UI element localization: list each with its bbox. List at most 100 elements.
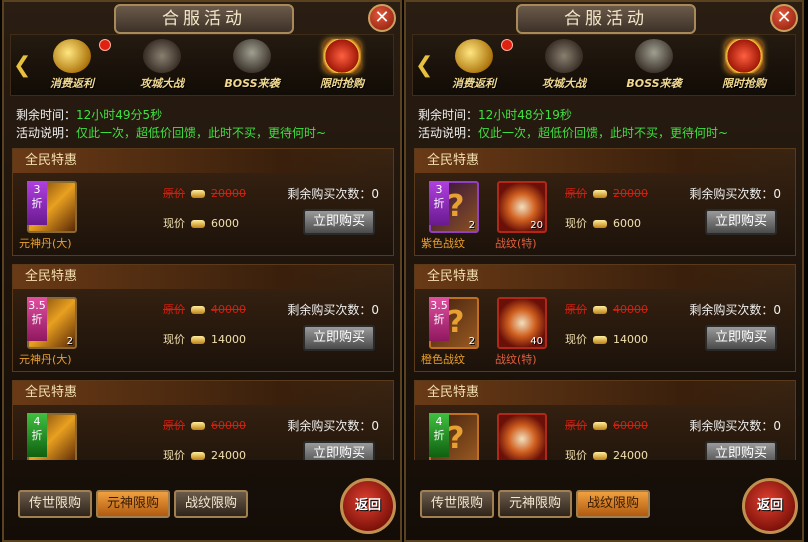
remaining-time-label: 剩余时间： bbox=[418, 108, 479, 122]
item-slot[interactable]: 3折 bbox=[27, 181, 77, 233]
boss-raid-icon bbox=[635, 39, 673, 73]
offer-card: 全民特惠 4 折? 原价 60000 现价 24000 剩余购买次数：0 立即购买 bbox=[414, 380, 796, 460]
current-price-label: 现价 bbox=[163, 217, 185, 230]
item-count: 40 bbox=[530, 336, 543, 347]
tab-label: BOSS来袭 bbox=[224, 77, 280, 90]
buy-now-button[interactable]: 立即购买 bbox=[303, 325, 375, 351]
buy-now-button[interactable]: 立即购买 bbox=[705, 325, 777, 351]
flash-sale-icon bbox=[725, 39, 763, 73]
item-name: 元神丹(大) bbox=[19, 237, 72, 250]
boss-raid-tab[interactable]: BOSS来袭 bbox=[613, 37, 695, 93]
item-slot[interactable]: 4 折? bbox=[429, 413, 479, 460]
current-price-label: 现价 bbox=[163, 449, 185, 460]
item-name: 战纹(特) bbox=[495, 353, 537, 366]
current-price-label: 现价 bbox=[565, 449, 587, 460]
question-mark-icon: ? bbox=[447, 305, 465, 340]
original-price: 原价 40000 bbox=[163, 301, 246, 317]
back-button[interactable]: 返回 bbox=[340, 478, 396, 534]
offer-card: 全民特惠 3 折元神丹(大) 原价 20000 现价 6000 剩余购买次数：0 立即购买 bbox=[12, 148, 394, 256]
discount-badge: 3折 bbox=[429, 181, 449, 225]
ingot-icon bbox=[593, 190, 607, 198]
siege-battle-icon bbox=[545, 39, 583, 73]
siege-battle-icon bbox=[143, 39, 181, 73]
item-slot[interactable]: 40 bbox=[497, 297, 547, 349]
current-price: 现价 6000 bbox=[565, 215, 641, 231]
flash-sale-tab[interactable]: 限时抢购 bbox=[703, 37, 785, 93]
original-price-value: 60000 bbox=[613, 419, 648, 432]
original-price: 原价 60000 bbox=[565, 417, 648, 433]
item-name: 战纹(特) bbox=[495, 237, 537, 250]
ingot-icon bbox=[191, 336, 205, 344]
buy-now-button[interactable]: 立即购买 bbox=[705, 209, 777, 235]
original-price: 原价 20000 bbox=[163, 185, 246, 201]
remaining-time-label: 剩余时间： bbox=[16, 108, 77, 122]
remaining-time: 剩余时间：12小时48分19秒 bbox=[418, 106, 572, 123]
remaining-purchases: 剩余购买次数：0 bbox=[287, 419, 379, 433]
original-price: 原价 40000 bbox=[565, 301, 648, 317]
original-price-value: 60000 bbox=[211, 419, 246, 432]
limit-tab[interactable]: 战纹限购 bbox=[174, 490, 248, 518]
original-price-label: 原价 bbox=[163, 187, 185, 200]
item-slot[interactable]: 3 折? 2 bbox=[429, 181, 479, 233]
current-price-value: 6000 bbox=[211, 217, 239, 230]
limit-tab[interactable]: 传世限购 bbox=[420, 490, 494, 518]
question-mark-icon: ? bbox=[447, 421, 465, 456]
boss-raid-tab[interactable]: BOSS来袭 bbox=[211, 37, 293, 93]
item-slot[interactable]: 3.5 折 2 bbox=[27, 297, 77, 349]
tab-label: 消费返利 bbox=[50, 77, 94, 90]
current-price-label: 现价 bbox=[163, 333, 185, 346]
tab-label: 攻城大战 bbox=[140, 77, 184, 90]
limit-tab[interactable]: 战纹限购 bbox=[576, 490, 650, 518]
remaining-time-value: 12小时48分19秒 bbox=[478, 108, 572, 122]
discount-badge: 3折 bbox=[27, 181, 47, 225]
siege-battle-tab[interactable]: 攻城大战 bbox=[523, 37, 605, 93]
item-name: 元神丹(大) bbox=[19, 353, 72, 366]
description-value: 仅此一次，超低价回馈，此时不买，更待何时~ bbox=[478, 126, 729, 140]
offer-card: 全民特惠 4 折 原价 60000 现价 24000 剩余购买次数：0 立即购买 bbox=[12, 380, 394, 460]
item-slot[interactable] bbox=[497, 413, 547, 460]
offer-header: 全民特惠 bbox=[13, 381, 393, 405]
panel-title: 合服活动 bbox=[516, 4, 696, 34]
buy-now-button[interactable]: 立即购买 bbox=[705, 441, 777, 460]
limit-tab[interactable]: 传世限购 bbox=[18, 490, 92, 518]
original-price-label: 原价 bbox=[163, 303, 185, 316]
item-count: 2 bbox=[66, 336, 73, 347]
limit-tab[interactable]: 元神限购 bbox=[96, 490, 170, 518]
activity-tabbar: ❮ 消费返利 攻城大战 BOSS来袭 限时抢购 bbox=[412, 34, 796, 96]
current-price-value: 14000 bbox=[211, 333, 246, 346]
limit-tab[interactable]: 元神限购 bbox=[498, 490, 572, 518]
offer-list: 全民特惠 3 折元神丹(大) 原价 20000 现价 6000 剩余购买次数：0 立即购买 全民特… bbox=[12, 148, 394, 460]
item-slot[interactable]: 3.5 折? 2 bbox=[429, 297, 479, 349]
current-price: 现价 14000 bbox=[163, 331, 246, 347]
siege-battle-tab[interactable]: 攻城大战 bbox=[121, 37, 203, 93]
flash-sale-tab[interactable]: 限时抢购 bbox=[301, 37, 383, 93]
current-price-value: 24000 bbox=[211, 449, 246, 460]
offer-card: 全民特惠 3.5 折 2 元神丹(大) 原价 40000 现价 14000 剩余购买次数：0 立即购… bbox=[12, 264, 394, 372]
back-button[interactable]: 返回 bbox=[742, 478, 798, 534]
ingot-icon bbox=[191, 452, 205, 460]
offer-card: 全民特惠 3.5 折? 2 橙色战纹 40 战纹(特) 原价 40000 现价 14000 剩余购买次… bbox=[414, 264, 796, 372]
buy-now-button[interactable]: 立即购买 bbox=[303, 441, 375, 460]
item-name: 橙色战纹 bbox=[421, 353, 465, 366]
remaining-purchases: 剩余购买次数：0 bbox=[689, 419, 781, 433]
ingot-icon bbox=[593, 220, 607, 228]
close-button[interactable]: ✕ bbox=[770, 4, 798, 32]
remaining-purchases: 剩余购买次数：0 bbox=[287, 303, 379, 317]
remaining-purchases: 剩余购买次数：0 bbox=[689, 187, 781, 201]
current-price-value: 14000 bbox=[613, 333, 648, 346]
panel-title: 合服活动 bbox=[114, 4, 294, 34]
left-arrow-icon[interactable]: ❮ bbox=[415, 53, 433, 78]
offer-header: 全民特惠 bbox=[13, 149, 393, 173]
item-slot[interactable]: 4折 bbox=[27, 413, 77, 460]
close-button[interactable]: ✕ bbox=[368, 4, 396, 32]
left-arrow-icon[interactable]: ❮ bbox=[13, 53, 31, 78]
buy-now-button[interactable]: 立即购买 bbox=[303, 209, 375, 235]
item-slot[interactable]: 20 bbox=[497, 181, 547, 233]
activity-description: 活动说明：仅此一次，超低价回馈，此时不买，更待何时~ bbox=[418, 124, 728, 141]
remaining-purchases: 剩余购买次数：0 bbox=[287, 187, 379, 201]
activity-panel-left: 合服活动 ✕ ❮ 消费返利 攻城大战 BOSS来袭 限时抢购 剩余时间：12小时49分5秒 活动… bbox=[2, 0, 402, 542]
notification-dot-icon bbox=[501, 39, 513, 51]
consumption-rebate-icon bbox=[53, 39, 91, 73]
current-price-label: 现价 bbox=[565, 217, 587, 230]
ingot-icon bbox=[191, 220, 205, 228]
